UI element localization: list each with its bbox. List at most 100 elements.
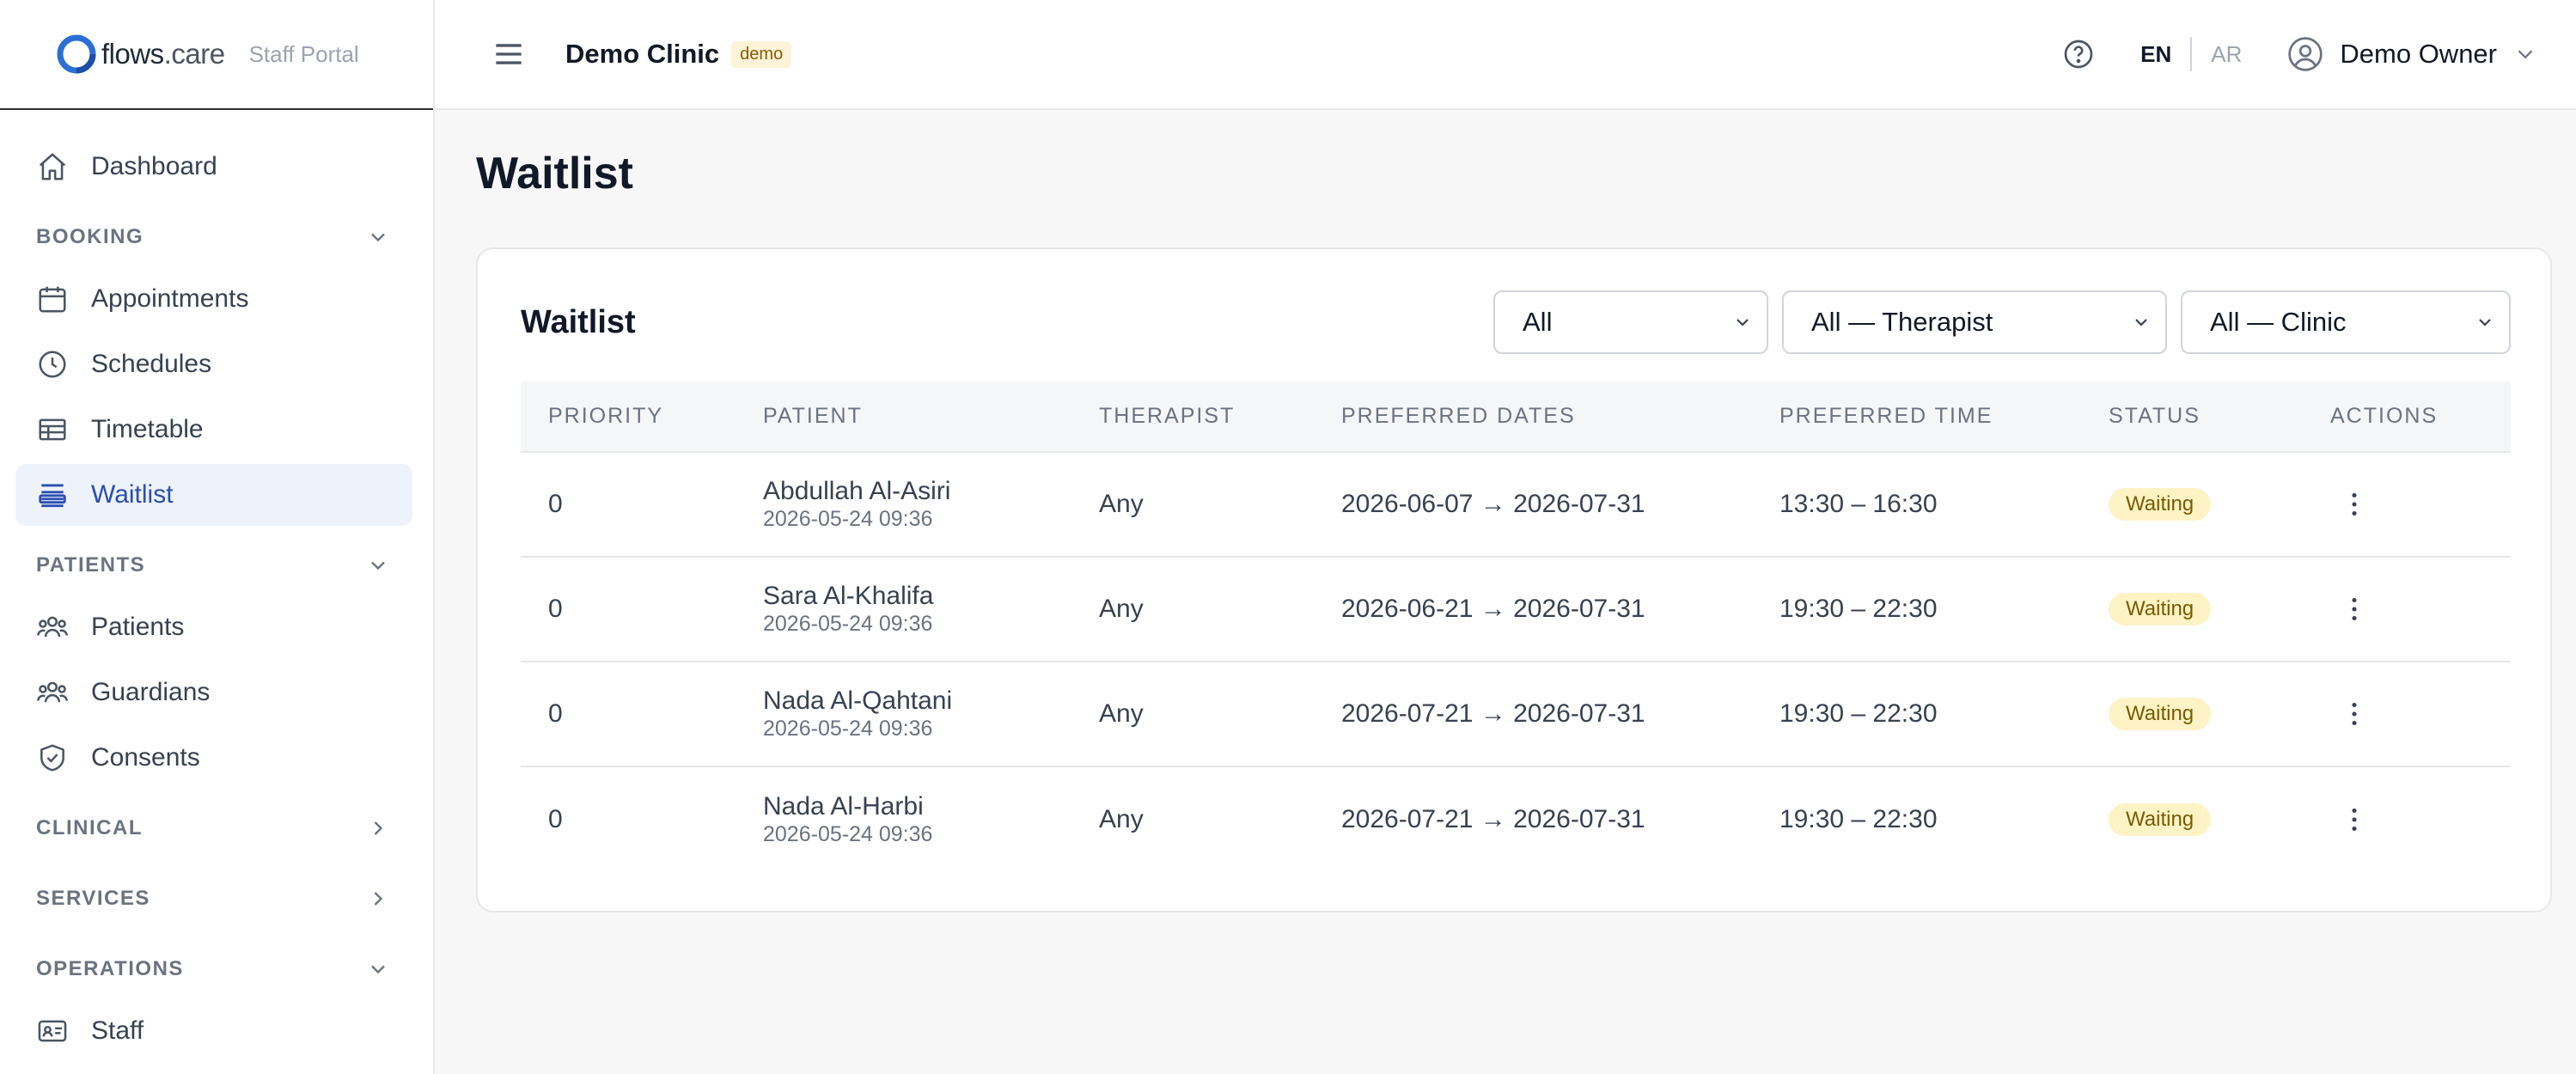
users-icon bbox=[37, 616, 68, 638]
column-header: THERAPIST bbox=[1071, 381, 1314, 453]
sidebar-item-guardians[interactable]: Guardians bbox=[15, 662, 412, 723]
hamburger-menu-icon[interactable] bbox=[490, 35, 528, 73]
help-icon[interactable] bbox=[2061, 37, 2096, 71]
status-cell: Waiting bbox=[2081, 557, 2303, 662]
sidebar-item-label: Schedules bbox=[91, 350, 212, 378]
clinic-name: Demo Clinic bbox=[565, 39, 720, 69]
sidebar-item-label: Staff bbox=[91, 1016, 144, 1045]
status-badge: Waiting bbox=[2109, 593, 2212, 625]
priority-cell: 0 bbox=[521, 557, 736, 662]
created-at: 2026-05-24 09:36 bbox=[763, 717, 933, 741]
chevron-down-icon bbox=[1737, 319, 1749, 326]
chevron-down-icon bbox=[371, 561, 385, 571]
clinic-filter-select[interactable]: All — Clinic bbox=[2181, 290, 2511, 354]
sidebar-item-timetable[interactable]: Timetable bbox=[15, 399, 412, 461]
lang-en-button[interactable]: EN bbox=[2140, 41, 2171, 68]
table-row[interactable]: 0 Sara Al-Khalifa 2026-05-24 09:36 Any 2… bbox=[521, 557, 2511, 662]
therapist-filter-select[interactable]: All — Therapist bbox=[1782, 290, 2167, 354]
table-row[interactable]: 0 Nada Al-Harbi 2026-05-24 09:36 Any 202… bbox=[521, 766, 2511, 871]
created-at: 2026-05-24 09:36 bbox=[763, 612, 933, 636]
actions-cell bbox=[2303, 662, 2511, 767]
priority-cell: 0 bbox=[521, 452, 736, 558]
more-vertical-icon[interactable] bbox=[2339, 804, 2370, 835]
id-card-icon bbox=[38, 1020, 67, 1042]
section-clinical[interactable]: CLINICAL bbox=[0, 797, 433, 859]
filters: All All — Therapist All — Clinic bbox=[1480, 290, 2511, 354]
section-patients[interactable]: PATIENTS bbox=[0, 534, 433, 596]
chevron-right-icon bbox=[374, 821, 383, 835]
select-value: All bbox=[1523, 307, 1553, 337]
sidebar-item-dashboard[interactable]: Dashboard bbox=[15, 136, 412, 198]
lang-divider bbox=[2190, 37, 2193, 71]
preferred-time-cell: 19:30 – 22:30 bbox=[1779, 804, 1938, 833]
chevron-right-icon bbox=[374, 892, 383, 906]
chevron-down-icon bbox=[371, 233, 385, 242]
therapist-cell: Any bbox=[1099, 804, 1144, 833]
clinic-badge: demo bbox=[731, 40, 792, 68]
brand-name: flows.care bbox=[101, 38, 225, 70]
sidebar-item-waitlist[interactable]: Waitlist bbox=[15, 464, 412, 526]
chevron-down-icon bbox=[371, 965, 385, 974]
topbar: Demo Clinic demo EN AR Demo Owner bbox=[435, 0, 2576, 110]
preferred-time-cell: 13:30 – 16:30 bbox=[1752, 452, 2081, 558]
more-vertical-icon[interactable] bbox=[2339, 594, 2370, 625]
waitlist-card: Waitlist All All — Therapist All — Clini… bbox=[476, 247, 2552, 912]
created-at: 2026-05-24 09:36 bbox=[763, 507, 933, 531]
section-label: OPERATIONS bbox=[36, 957, 184, 980]
section-operations[interactable]: OPERATIONS bbox=[0, 938, 433, 1000]
column-header: PREFERRED DATES bbox=[1314, 381, 1752, 453]
lang-ar-button[interactable]: AR bbox=[2211, 41, 2242, 68]
sidebar-item-patients[interactable]: Patients bbox=[15, 596, 412, 658]
sidebar-item-appointments[interactable]: Appointments bbox=[15, 268, 412, 330]
patient-name[interactable]: Nada Al-Qahtani bbox=[763, 687, 1071, 716]
section-label: CLINICAL bbox=[36, 816, 143, 839]
user-name: Demo Owner bbox=[2340, 39, 2497, 69]
created-at: 2026-05-24 09:36 bbox=[763, 821, 933, 846]
status-cell: Waiting bbox=[2081, 766, 2303, 871]
select-value: All — Therapist bbox=[1811, 307, 1993, 337]
shield-check-icon bbox=[40, 744, 64, 772]
sidebar-item-label: Appointments bbox=[91, 284, 249, 313]
table-row[interactable]: 0 Nada Al-Qahtani 2026-05-24 09:36 Any 2… bbox=[521, 662, 2511, 767]
waitlist-table: PRIORITY PATIENT THERAPIST PREFERRED DAT… bbox=[521, 381, 2511, 871]
sidebar-item-label: Consents bbox=[91, 743, 200, 772]
column-header: PREFERRED TIME bbox=[1752, 381, 2081, 453]
section-label: SERVICES bbox=[36, 887, 150, 910]
card-title: Waitlist bbox=[521, 304, 636, 340]
status-filter-select[interactable]: All bbox=[1493, 290, 1768, 354]
actions-cell bbox=[2303, 452, 2511, 558]
chevron-down-icon bbox=[2135, 319, 2147, 326]
column-header: PATIENT bbox=[736, 381, 1071, 453]
more-vertical-icon[interactable] bbox=[2339, 489, 2370, 520]
sidebar-item-consents[interactable]: Consents bbox=[15, 727, 412, 789]
preferred-dates-cell: 2026-06-21 → 2026-07-31 bbox=[1314, 557, 1752, 662]
home-icon bbox=[39, 153, 66, 180]
status-badge: Waiting bbox=[2109, 802, 2212, 836]
patient-cell: Nada Al-Harbi 2026-05-24 09:36 bbox=[736, 766, 1071, 871]
patient-name[interactable]: Nada Al-Harbi bbox=[763, 792, 1071, 821]
select-value: All — Clinic bbox=[2210, 307, 2347, 337]
queue-list-icon bbox=[39, 484, 66, 508]
therapist-cell: Any bbox=[1071, 452, 1314, 558]
section-services[interactable]: SERVICES bbox=[0, 868, 433, 930]
sidebar-item-schedules[interactable]: Schedules bbox=[15, 333, 412, 395]
patient-name[interactable]: Sara Al-Khalifa bbox=[763, 582, 1071, 611]
chevron-down-icon bbox=[2479, 319, 2491, 326]
sidebar-item-label: Patients bbox=[91, 613, 185, 641]
status-badge: Waiting bbox=[2109, 488, 2212, 521]
sidebar-item-staff[interactable]: Staff bbox=[15, 1000, 412, 1062]
topbar-actions: EN AR Demo Owner bbox=[2061, 35, 2576, 73]
section-booking[interactable]: BOOKING bbox=[0, 206, 433, 268]
sidebar-item-label: Waitlist bbox=[91, 480, 174, 509]
preferred-time-cell: 19:30 – 22:30 bbox=[1752, 557, 2081, 662]
user-menu[interactable]: Demo Owner bbox=[2286, 35, 2538, 73]
preferred-dates-cell: 2026-07-21 → 2026-07-31 bbox=[1314, 662, 1752, 767]
brand[interactable]: flows.care Staff Portal bbox=[0, 0, 433, 110]
patient-name[interactable]: Abdullah Al-Asiri bbox=[763, 477, 1071, 506]
patient-cell: Abdullah Al-Asiri 2026-05-24 09:36 bbox=[736, 452, 1071, 558]
section-label: BOOKING bbox=[36, 225, 144, 248]
preferred-dates-cell: 2026-06-07 → 2026-07-31 bbox=[1314, 452, 1752, 558]
more-vertical-icon[interactable] bbox=[2339, 699, 2370, 729]
table-row[interactable]: 0 Abdullah Al-Asiri 2026-05-24 09:36 Any… bbox=[521, 452, 2511, 558]
users-icon bbox=[37, 681, 68, 703]
